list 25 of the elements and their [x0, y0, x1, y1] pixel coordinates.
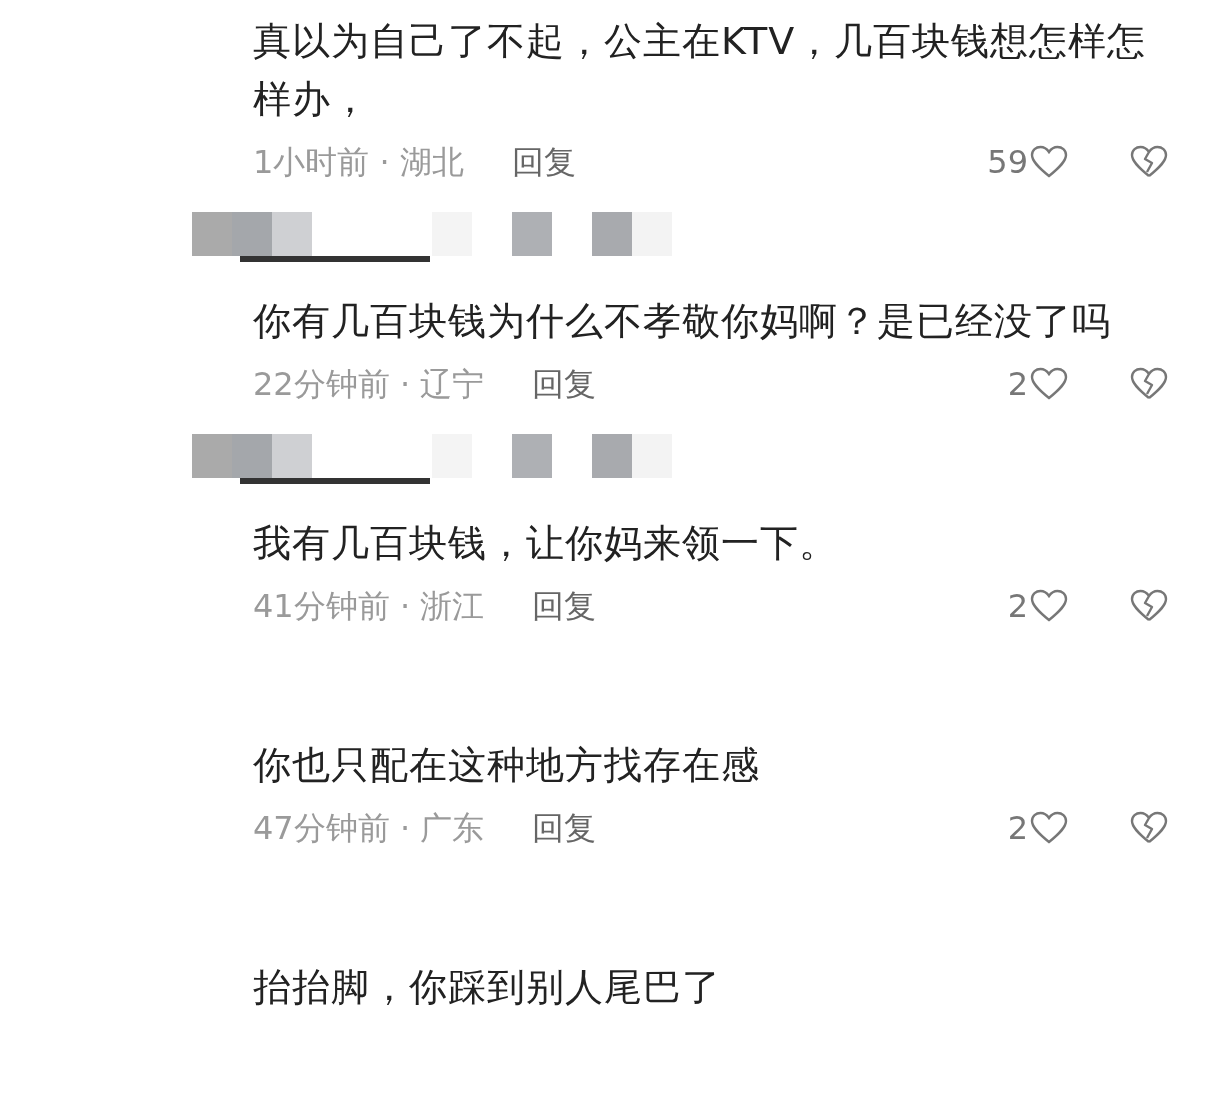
- broken-heart-icon[interactable]: [1130, 145, 1168, 179]
- like-count: 59: [987, 142, 1028, 182]
- like-count: 2: [1007, 808, 1028, 848]
- comment-meta: 41分钟前 · 浙江: [253, 586, 485, 626]
- heart-icon[interactable]: [1030, 367, 1068, 401]
- broken-heart-icon[interactable]: [1130, 367, 1168, 401]
- comment-text: 抬抬脚，你踩到别人尾巴了: [253, 964, 722, 1011]
- comment-text: 真以为自己了不起，公主在KTV，几百块钱想怎样怎样办，: [253, 18, 1148, 123]
- comment-text: 我有几百块钱，让你妈来领一下。: [253, 520, 839, 567]
- broken-heart-icon[interactable]: [1130, 589, 1168, 623]
- comment-meta: 47分钟前 · 广东: [253, 808, 485, 848]
- like-count: 2: [1007, 586, 1028, 626]
- comment-text: 你有几百块钱为什么不孝敬你妈啊？是已经没了吗: [253, 298, 1112, 345]
- like-count: 2: [1007, 364, 1028, 404]
- heart-icon[interactable]: [1030, 811, 1068, 845]
- comment-meta: 22分钟前 · 辽宁: [253, 364, 485, 404]
- reply-link[interactable]: 回复: [532, 364, 597, 404]
- reply-link[interactable]: 回复: [532, 586, 597, 626]
- reply-link[interactable]: 回复: [532, 808, 597, 848]
- heart-icon[interactable]: [1030, 589, 1068, 623]
- comment-text: 你也只配在这种地方找存在感: [253, 742, 761, 789]
- comment-meta: 1小时前 · 湖北: [253, 142, 464, 182]
- broken-heart-icon[interactable]: [1130, 811, 1168, 845]
- reply-link[interactable]: 回复: [511, 142, 576, 182]
- heart-icon[interactable]: [1030, 145, 1068, 179]
